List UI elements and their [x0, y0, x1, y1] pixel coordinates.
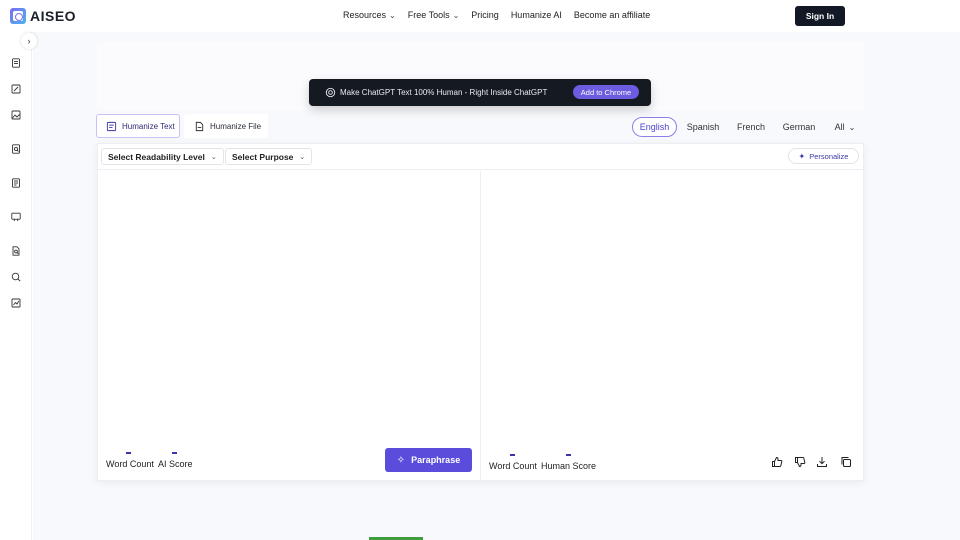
language-french[interactable]: French	[732, 117, 770, 137]
human-score-value	[566, 454, 571, 456]
thumbs-up-icon[interactable]	[771, 456, 783, 468]
readability-level-label: Select Readability Level	[108, 151, 205, 162]
language-spanish[interactable]: Spanish	[683, 117, 723, 137]
sign-in-button[interactable]: Sign In	[795, 6, 845, 26]
nav-humanize-ai-label: Humanize AI	[510, 10, 562, 20]
language-all-dropdown[interactable]: All ⌄	[830, 117, 860, 137]
magnify-icon[interactable]	[11, 272, 21, 282]
tab-humanize-file-label: Humanize File	[210, 121, 262, 131]
top-navigation-bar: AISEO Resources ⌄ Free Tools ⌄ Pricing H…	[0, 0, 960, 32]
chrome-extension-banner: Make ChatGPT Text 100% Human - Right Ins…	[309, 79, 651, 106]
analytics-icon[interactable]	[11, 298, 21, 308]
editor-toolbar: Select Readability Level ⌄ Select Purpos…	[98, 144, 863, 170]
personalize-label: Personalize	[809, 151, 849, 161]
nav-affiliate-label: Become an affiliate	[573, 10, 651, 20]
output-word-count-label: Word Count	[489, 461, 537, 471]
copy-icon[interactable]	[840, 456, 852, 468]
ai-score-value	[172, 452, 177, 454]
nav-free-tools-label: Free Tools	[407, 10, 450, 20]
document-icon[interactable]	[11, 58, 21, 68]
chevron-down-icon: ⌄	[848, 122, 856, 132]
chatgpt-icon	[325, 87, 336, 98]
left-sidebar	[0, 32, 32, 540]
main-nav: Resources ⌄ Free Tools ⌄ Pricing Humaniz…	[343, 10, 650, 20]
input-word-count-label: Word Count	[106, 459, 154, 469]
paraphrase-label: Paraphrase	[411, 455, 461, 465]
edit-document-icon[interactable]	[11, 84, 21, 94]
personalize-button[interactable]: ✦ Personalize	[788, 148, 859, 164]
download-icon[interactable]	[816, 456, 828, 468]
text-document-icon[interactable]	[11, 178, 21, 188]
tab-humanize-text[interactable]: Humanize Text	[96, 114, 180, 138]
humanize-text-icon	[106, 121, 117, 131]
output-word-count-value	[510, 454, 515, 456]
logo-icon	[10, 8, 26, 24]
nav-become-affiliate[interactable]: Become an affiliate	[574, 10, 650, 20]
panel-divider	[480, 171, 481, 481]
readability-level-select[interactable]: Select Readability Level ⌄	[101, 148, 224, 165]
search-document-icon[interactable]	[11, 144, 21, 154]
nav-resources-label: Resources	[343, 10, 387, 20]
brand-name: AISEO	[30, 8, 77, 24]
chevron-right-icon: ›	[27, 36, 31, 46]
file-search-icon[interactable]	[11, 246, 21, 256]
language-english[interactable]: English	[632, 117, 677, 137]
nav-free-tools[interactable]: Free Tools ⌄	[408, 10, 460, 20]
purpose-label: Select Purpose	[232, 151, 294, 162]
language-all-label: All	[834, 122, 845, 132]
add-to-chrome-button[interactable]: Add to Chrome	[573, 85, 639, 99]
brand-logo[interactable]: AISEO	[10, 8, 76, 24]
nav-resources[interactable]: Resources ⌄	[343, 10, 396, 20]
ai-score-label: AI Score	[158, 459, 193, 469]
thumbs-down-icon[interactable]	[794, 456, 806, 468]
sparkle-icon: ✧	[396, 454, 406, 466]
humanizer-editor: Select Readability Level ⌄ Select Purpos…	[97, 143, 864, 481]
image-edit-icon[interactable]	[11, 110, 21, 120]
nav-pricing-label: Pricing	[471, 10, 499, 20]
human-score-label: Human Score	[541, 461, 597, 471]
chevron-down-icon: ⌄	[389, 10, 396, 20]
nav-pricing[interactable]: Pricing	[471, 10, 499, 20]
paraphrase-button[interactable]: ✧ Paraphrase	[385, 448, 472, 472]
banner-text: Make ChatGPT Text 100% Human - Right Ins…	[340, 88, 548, 97]
word-count-value	[126, 452, 131, 454]
purpose-select[interactable]: Select Purpose ⌄	[225, 148, 313, 165]
chevron-down-icon: ⌄	[210, 153, 217, 161]
tab-humanize-text-label: Humanize Text	[122, 121, 175, 131]
language-german[interactable]: German	[780, 117, 818, 137]
slideshow-icon[interactable]	[11, 212, 21, 222]
tab-humanize-file[interactable]: Humanize File	[184, 114, 268, 138]
humanize-file-icon	[195, 121, 204, 131]
chevron-down-icon: ⌄	[452, 10, 460, 20]
sparkle-icon: ✦	[798, 151, 806, 161]
nav-humanize-ai[interactable]: Humanize AI	[511, 10, 562, 20]
expand-sidebar-button[interactable]: ›	[21, 33, 37, 49]
chevron-down-icon: ⌄	[299, 153, 306, 161]
